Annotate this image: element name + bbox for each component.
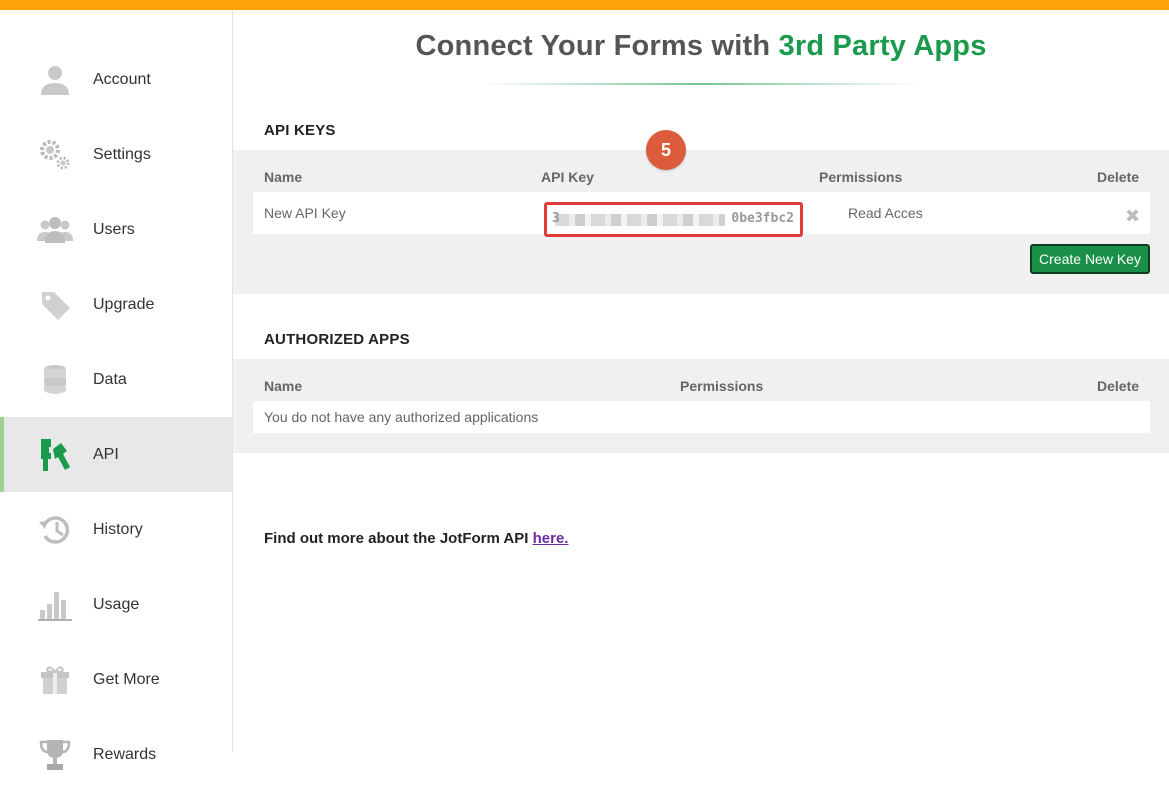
history-icon (36, 511, 74, 549)
api-keys-heading: API KEYS (264, 122, 336, 139)
apps-empty-message: You do not have any authorized applicati… (264, 409, 539, 425)
sidebar-item-upgrade[interactable]: Upgrade (0, 267, 232, 342)
sidebar-item-label: Users (93, 220, 135, 238)
sidebar-item-label: Usage (93, 595, 140, 613)
api-key-prefix: 3 (552, 211, 560, 226)
page-title: Connect Your Forms with 3rd Party Apps (233, 30, 1169, 63)
bar-chart-icon (36, 586, 74, 624)
create-new-key-button[interactable]: Create New Key (1030, 244, 1150, 274)
sidebar-item-data[interactable]: Data (0, 342, 232, 417)
sidebar-item-label: Settings (93, 145, 151, 163)
title-prefix: Connect Your Forms with (415, 30, 771, 62)
sidebar-item-settings[interactable]: Settings (0, 117, 232, 192)
authorized-apps-panel: Name Permissions Delete You do not have … (233, 359, 1169, 453)
table-row: You do not have any authorized applicati… (253, 401, 1150, 433)
api-keys-col-name: Name (264, 169, 303, 185)
api-key-value[interactable]: 3 0be3fbc2 (544, 202, 803, 237)
sidebar-item-rewards[interactable]: Rewards (0, 717, 232, 792)
sidebar-item-account[interactable]: Account (0, 42, 232, 117)
user-icon (36, 61, 74, 99)
top-accent-bar (0, 0, 1169, 10)
sidebar-item-api[interactable]: API (0, 417, 232, 492)
trophy-icon (36, 736, 74, 774)
api-key-permissions: Read Acces (848, 205, 923, 221)
sidebar-item-usage[interactable]: Usage (0, 567, 232, 642)
main-content: Connect Your Forms with 3rd Party Apps A… (233, 10, 1169, 798)
api-key-suffix: 0be3fbc2 (731, 211, 794, 226)
apps-col-delete: Delete (1097, 378, 1140, 394)
sidebar-item-label: Upgrade (93, 295, 155, 313)
sidebar-item-label: Get More (93, 670, 160, 688)
sidebar-item-get-more[interactable]: Get More (0, 642, 232, 717)
title-accent: 3rd Party Apps (778, 30, 987, 62)
api-info-text: Find out more about the JotForm API here… (264, 530, 568, 547)
api-keys-col-delete: Delete (1097, 169, 1140, 185)
database-icon (36, 361, 74, 399)
api-docs-link[interactable]: here. (533, 530, 569, 547)
authorized-apps-heading: AUTHORIZED APPS (264, 331, 410, 348)
sidebar-item-label: History (93, 520, 143, 538)
users-icon (36, 211, 74, 249)
step-badge: 5 (646, 130, 686, 170)
sidebar-item-label: Account (93, 70, 151, 88)
sidebar-item-label: Rewards (93, 745, 157, 763)
sidebar-item-label: Data (93, 370, 127, 388)
api-key-icon (36, 436, 74, 474)
delete-key-icon[interactable]: ✖ (1125, 206, 1140, 227)
apps-col-permissions: Permissions (680, 378, 764, 394)
apps-col-name: Name (264, 378, 303, 394)
gift-icon (36, 661, 74, 699)
sidebar-item-history[interactable]: History (0, 492, 232, 567)
api-keys-col-permissions: Permissions (819, 169, 903, 185)
gear-icon (36, 136, 74, 174)
api-key-name: New API Key (264, 205, 346, 221)
api-key-redacted (555, 214, 725, 226)
api-keys-col-key: API Key (541, 169, 594, 185)
sidebar-item-label: API (93, 445, 119, 463)
title-divider (483, 83, 919, 85)
api-info-label: Find out more about the JotForm API (264, 530, 529, 547)
sidebar: Account Settings Users Upgrade Data API … (0, 10, 233, 770)
tag-icon (36, 286, 74, 324)
sidebar-item-users[interactable]: Users (0, 192, 232, 267)
